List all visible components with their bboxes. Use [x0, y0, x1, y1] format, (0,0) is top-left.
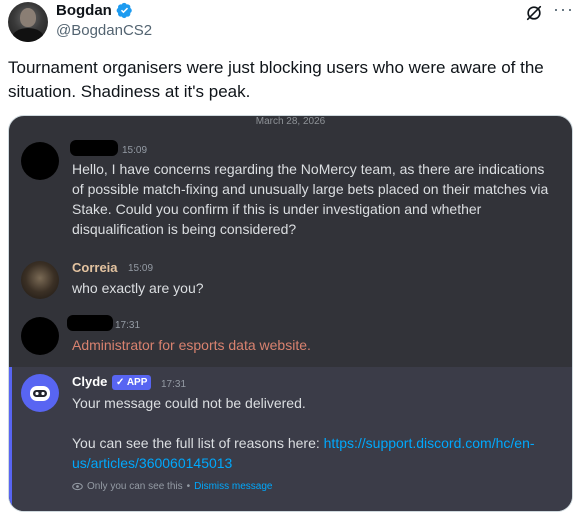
redacted-avatar [21, 142, 59, 180]
redacted-avatar [21, 317, 59, 355]
clyde-avatar [21, 374, 59, 412]
message-time: 15:09 [128, 263, 154, 274]
discord-screenshot[interactable]: March 28, 2026 15:09 Hello, I have conce… [8, 115, 573, 512]
ephemeral-note: Only you can see this • Dismiss message [72, 481, 272, 492]
avatar-head [20, 8, 36, 27]
author-avatar[interactable] [8, 2, 48, 42]
more-options-icon[interactable]: ··· [553, 0, 574, 18]
support-link[interactable]: https://support.discord.com/hc/en- [324, 435, 535, 451]
message-text: who exactly are you? [72, 280, 204, 296]
support-link-cont[interactable]: us/articles/360060145013 [72, 455, 232, 471]
eye-icon [72, 482, 83, 491]
date-divider: March 28, 2026 [255, 116, 326, 127]
app-badge-label: APP [126, 377, 148, 388]
author-handle[interactable]: @BogdanCS2 [56, 22, 152, 39]
clyde-line-2: You can see the full list of reasons her… [72, 433, 552, 473]
avatar-body [12, 28, 44, 42]
author-name-row: Bogdan [56, 2, 133, 19]
dismiss-message-link[interactable]: Dismiss message [194, 481, 272, 492]
author-name[interactable]: Bogdan [56, 2, 112, 19]
message-time: 17:31 [115, 320, 141, 331]
only-you-text: Only you can see this [87, 481, 183, 492]
message-text: Administrator for esports data website. [72, 337, 311, 353]
clyde-bot-icon [30, 386, 50, 401]
redacted-username [67, 315, 113, 331]
grok-icon[interactable] [525, 4, 543, 22]
clyde-author[interactable]: Clyde [72, 374, 107, 389]
checkmark-icon: ✓ [116, 377, 125, 388]
separator: • [186, 481, 191, 492]
message-author[interactable]: Correia [72, 260, 118, 275]
app-badge: ✓ APP [112, 375, 152, 390]
clyde-line-1: Your message could not be delivered. [72, 395, 306, 411]
verified-badge-icon [116, 2, 132, 19]
correia-avatar [21, 261, 59, 299]
message-time: 15:09 [122, 145, 148, 156]
redacted-username [70, 140, 118, 156]
reasons-prefix: You can see the full list of reasons her… [72, 435, 324, 451]
message-text: Hello, I have concerns regarding the NoM… [72, 161, 549, 237]
message-time: 17:31 [161, 379, 187, 390]
tweet-text: Tournament organisers were just blocking… [8, 58, 544, 101]
